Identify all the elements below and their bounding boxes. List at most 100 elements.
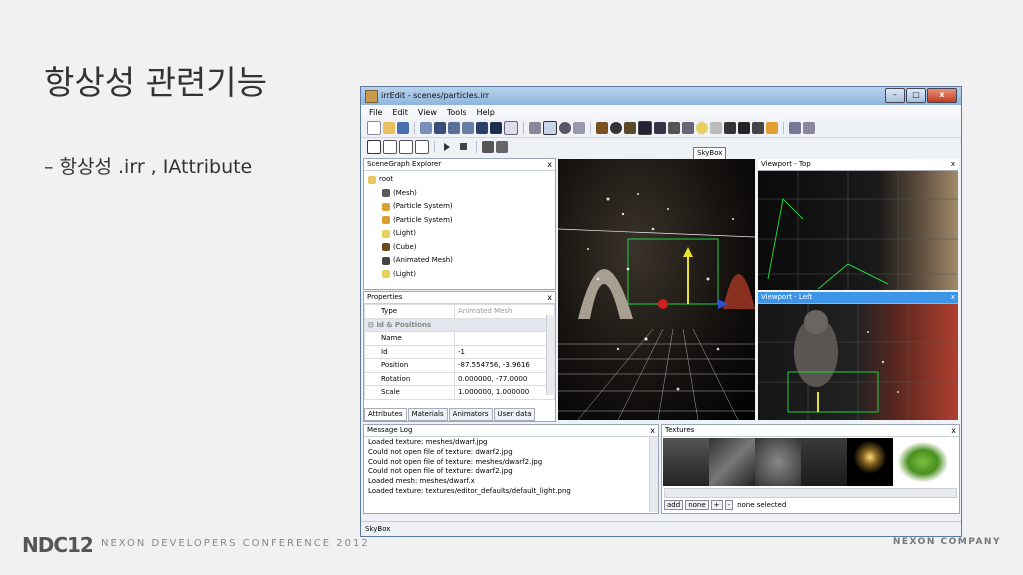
tree-node[interactable]: (Particle System): [368, 200, 551, 214]
x-axis-gizmo[interactable]: [658, 299, 668, 309]
texture-thumb[interactable]: [755, 438, 801, 486]
texture-thumb[interactable]: [709, 438, 755, 486]
text-icon[interactable]: [738, 122, 750, 134]
fire-icon[interactable]: [766, 122, 778, 134]
menu-view[interactable]: View: [418, 108, 437, 117]
texture-thumb[interactable]: [893, 438, 953, 486]
properties-close-icon[interactable]: x: [547, 292, 552, 303]
message-log-scrollbar[interactable]: [649, 437, 658, 512]
property-row[interactable]: Position -87.554756, -3.9616: [364, 358, 555, 373]
preview-icon[interactable]: [496, 140, 508, 153]
paint-icon[interactable]: [789, 122, 801, 134]
layout-1-icon[interactable]: [367, 139, 381, 154]
properties-scrollbar[interactable]: [546, 315, 555, 395]
textures-close-icon[interactable]: x: [951, 425, 956, 436]
zoom-in-button[interactable]: +: [710, 500, 723, 510]
new-file-icon[interactable]: [367, 121, 381, 135]
property-value[interactable]: -87.554756, -3.9616: [454, 358, 555, 373]
stone-arch: [578, 269, 633, 319]
panel-icon[interactable]: [448, 122, 460, 134]
property-group[interactable]: ⊟ Id & Positions: [364, 317, 555, 332]
tree-node[interactable]: (Cube): [368, 241, 551, 255]
property-row[interactable]: Scale 1.000000, 1.000000: [364, 385, 555, 400]
menu-file[interactable]: File: [369, 108, 382, 117]
tree-node[interactable]: (Light): [368, 227, 551, 241]
message-log-title: Message Log: [367, 426, 413, 434]
message-log-list: Loaded texture: meshes/dwarf.jpg Could no…: [364, 437, 658, 498]
message-log-close-icon[interactable]: x: [650, 425, 655, 436]
grid-icon[interactable]: [462, 122, 474, 134]
tree-node-label: (Particle System): [393, 202, 453, 210]
tab-animators[interactable]: Animators: [448, 408, 493, 421]
billboard-icon[interactable]: [682, 122, 694, 134]
tab-user-data[interactable]: User data: [493, 408, 536, 421]
texture-scrollbar[interactable]: [664, 488, 957, 498]
main-toolbar: [361, 119, 961, 138]
monitor-icon[interactable]: [476, 122, 488, 134]
camera-icon[interactable]: [490, 122, 502, 134]
open-file-icon[interactable]: [383, 122, 395, 134]
tree-root[interactable]: root: [368, 173, 551, 187]
octree-icon[interactable]: [752, 122, 764, 134]
move-icon[interactable]: [543, 121, 557, 135]
terrain-icon[interactable]: [624, 122, 636, 134]
sphere-icon[interactable]: [610, 122, 622, 134]
property-value[interactable]: 0.000000, -77.0000: [454, 371, 555, 386]
property-row[interactable]: Name: [364, 331, 555, 346]
properties-panel: Properties x Type Animated Mesh ⊟ Id & P…: [363, 291, 556, 422]
viewport-left[interactable]: Viewport - Left x: [758, 292, 958, 420]
tree-node[interactable]: (Light): [368, 268, 551, 282]
tree-node[interactable]: (Particle System): [368, 214, 551, 228]
tab-attributes[interactable]: Attributes: [364, 408, 407, 421]
viewport-top[interactable]: Viewport - Top x: [758, 159, 958, 290]
layout-3-icon[interactable]: [399, 139, 413, 154]
property-value[interactable]: [454, 331, 555, 346]
viewport-perspective[interactable]: [558, 159, 755, 420]
property-value[interactable]: 1.000000, 1.000000: [454, 385, 555, 400]
settings-icon[interactable]: [803, 122, 815, 134]
rect-select-icon[interactable]: [504, 121, 518, 135]
tab-materials[interactable]: Materials: [407, 408, 448, 421]
property-row[interactable]: Id -1: [364, 344, 555, 359]
select-icon[interactable]: [529, 122, 541, 134]
zoom-out-button[interactable]: -: [724, 500, 734, 510]
property-row[interactable]: Rotation 0.000000, -77.0000: [364, 371, 555, 386]
layout-4-icon[interactable]: [415, 139, 429, 154]
texture-thumb[interactable]: [663, 438, 709, 486]
properties-tabs: Attributes Materials Animators User data: [364, 408, 536, 421]
property-row[interactable]: Type Animated Mesh: [364, 304, 555, 319]
none-button[interactable]: none: [685, 500, 709, 510]
skybox-icon[interactable]: [638, 121, 652, 135]
menu-edit[interactable]: Edit: [392, 108, 408, 117]
status-text: SkyBox: [365, 525, 391, 533]
cube-icon[interactable]: [596, 122, 608, 134]
tree-node-label: (Particle System): [393, 215, 453, 224]
stop-icon[interactable]: [460, 143, 467, 150]
texture-thumb[interactable]: [847, 438, 893, 486]
play-icon[interactable]: [444, 142, 450, 151]
render-icon[interactable]: [482, 140, 494, 153]
scale-icon[interactable]: [573, 122, 585, 134]
menu-tools[interactable]: Tools: [447, 108, 467, 117]
property-value[interactable]: -1: [454, 344, 555, 359]
scenegraph-close-icon[interactable]: x: [547, 159, 552, 170]
maximize-button[interactable]: □: [906, 88, 926, 103]
water-icon[interactable]: [654, 122, 666, 134]
rotate-icon[interactable]: [559, 122, 571, 134]
tree-node[interactable]: (Animated Mesh): [368, 254, 551, 268]
window-icon[interactable]: [434, 122, 446, 134]
menu-help[interactable]: Help: [477, 108, 495, 117]
tree-node[interactable]: (Mesh): [368, 187, 551, 201]
particle-icon[interactable]: [710, 122, 722, 134]
close-button[interactable]: x: [927, 88, 957, 103]
animated-icon[interactable]: [724, 122, 736, 134]
light-icon[interactable]: [696, 122, 708, 134]
save-icon[interactable]: [397, 122, 409, 134]
texture-thumb[interactable]: [801, 438, 847, 486]
image-icon[interactable]: [420, 122, 432, 134]
layout-2-icon[interactable]: [383, 139, 397, 154]
add-texture-button[interactable]: add: [664, 500, 684, 510]
title-bar[interactable]: irrEdit - scenes/particles.irr – □ x: [361, 87, 961, 105]
mesh-icon[interactable]: [668, 122, 680, 134]
minimize-button[interactable]: –: [885, 88, 905, 103]
